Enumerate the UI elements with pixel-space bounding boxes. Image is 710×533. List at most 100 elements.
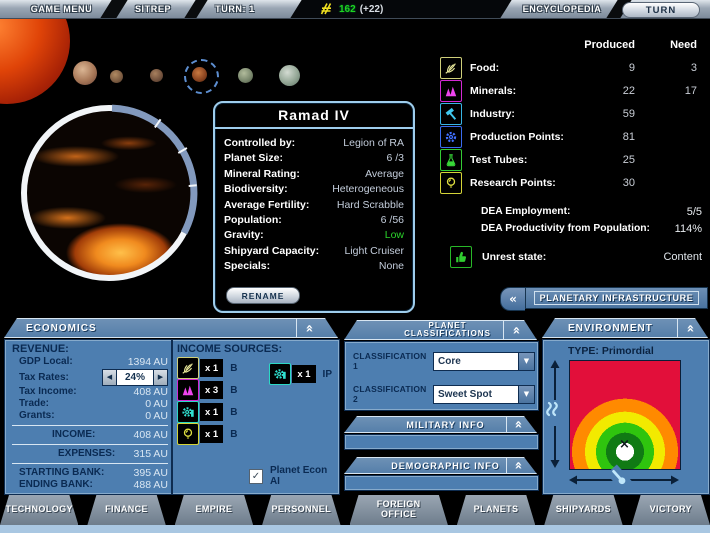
source-unit: B [230,407,237,418]
produced-value: 59 [582,102,635,125]
planet-info-row: Mineral Rating:Average [224,167,404,182]
thumbs-up-icon [450,246,472,268]
produced-header: Produced [582,34,635,56]
source-multiplier: x 1 [292,365,315,383]
industry-icon [440,103,462,125]
row-value: 6 /3 [386,151,404,166]
tab-empire[interactable]: EMPIRE [175,495,253,525]
tab-finance[interactable]: FINANCE [87,495,165,525]
production-points-icon [440,126,462,148]
tab-victory[interactable]: VICTORY [632,495,710,525]
unrest-row: Unrest state: Content [450,246,702,268]
planetary-infrastructure-button[interactable]: « PLANETARY INFRASTRUCTURE [500,287,708,309]
production-icon [269,363,291,385]
row-label: Specials: [224,259,270,274]
moisture-icon [544,400,561,426]
row-label: Gravity: [224,228,264,243]
demographic-info-collapse-button[interactable] [506,458,529,473]
source-multiplier: x 1 [200,359,223,377]
classification-2-label: CLASSIFICATION 2 [353,384,433,404]
income-value: 408 AU [134,429,168,441]
collapse-chevron-icon [303,324,316,332]
rename-button[interactable]: RENAME [226,287,300,304]
tax-income-value: 408 AU [134,386,168,398]
source-unit: B [230,385,237,396]
military-info-collapse-button[interactable] [506,417,529,432]
treasury-delta: (+22) [360,4,384,15]
encyclopedia-button[interactable]: ENCYCLOPEDIA [512,0,612,18]
grants-value: 0 AU [145,410,168,422]
demographic-info-header: DEMOGRAPHIC INFO [344,457,537,474]
tax-rate-value[interactable]: 24% [116,370,154,385]
classifications-panel-body: CLASSIFICATION 1 Core CLASSIFICATION 2 S… [344,341,539,411]
resource-label: Industry: [470,102,582,125]
planet-orbit-item-selected[interactable] [192,67,207,82]
planet-orbit-item[interactable] [73,61,97,85]
tax-decrease-button[interactable] [103,370,116,385]
planet-econ-ai-label: Planet Econ AI [270,465,334,487]
end-turn-button[interactable]: TURN [622,2,700,18]
research-points-icon [177,423,199,445]
resource-table: Produced Need Food: 9 3 Minerals: 22 17 … [440,34,702,194]
gdp-label: GDP Local: [12,356,73,368]
classification-1-dropdown[interactable]: Core [433,352,535,371]
ip-source-row: x 1 IP [269,363,332,385]
planet-orbit-item[interactable] [110,70,123,83]
produced-value: 9 [582,56,635,79]
resource-label: Test Tubes: [470,148,582,171]
produced-value: 30 [582,171,635,194]
environment-collapse-button[interactable] [677,319,702,337]
classifications-title: PLANET CLASSIFICATIONS [384,322,498,339]
dea-productivity-value: 114% [675,223,702,235]
turn-counter: TURN: 1 [205,0,265,18]
collapse-chevron-icon [512,420,525,428]
ending-bank-label: ENDING BANK: [12,479,93,491]
food-icon [440,57,462,79]
research-points-icon [440,172,462,194]
planet-orbit-item[interactable] [150,69,163,82]
minerals-icon [440,80,462,102]
chevron-down-icon[interactable] [518,353,534,370]
planet-info-row: Shipyard Capacity:Light Cruiser [224,244,404,259]
economics-collapse-button[interactable] [296,319,322,337]
classification-1-label: CLASSIFICATION 1 [353,351,433,371]
checkbox-checked-icon[interactable] [249,469,263,484]
planet-orbit-item[interactable] [238,68,253,83]
planet-econ-ai-checkbox-row[interactable]: Planet Econ AI [249,465,334,487]
planet-viewport[interactable] [20,104,198,282]
treasury-display: 162 (+22) [320,0,383,18]
tab-technology[interactable]: TECHNOLOGY [0,495,78,525]
top-menu-bar: GAME MENU SITREP TURN: 1 162 (+22) ENCYC… [0,0,710,19]
planet-info-row: Biodiversity:Heterogeneous [224,182,404,197]
need-value: 17 [635,79,702,102]
planet-name-title: Ramad IV [215,103,413,129]
tab-foreign-office[interactable]: FOREIGN OFFICE [350,495,448,525]
chevron-down-icon[interactable] [518,386,534,403]
tab-shipyards[interactable]: SHIPYARDS [544,495,622,525]
env-type-value: Primordial [602,345,654,357]
row-value: Average [365,167,404,182]
tab-personnel[interactable]: PERSONNEL [262,495,340,525]
tab-planets[interactable]: PLANETS [457,495,535,525]
source-multiplier: x 3 [200,381,223,399]
sitrep-button[interactable]: SITREP [122,0,184,18]
trade-value: 0 AU [145,398,168,410]
ending-bank-value: 488 AU [134,479,168,491]
economics-panel-header: ECONOMICS [4,318,338,338]
row-value: 6 /56 [381,213,404,228]
collapse-left-icon[interactable]: « [500,287,525,311]
source-multiplier: x 1 [200,403,223,421]
classifications-collapse-button[interactable] [503,321,529,339]
tax-increase-button[interactable] [154,370,167,385]
gdp-value: 1394 AU [128,356,168,368]
income-source-row: x 1 B [177,424,334,444]
infrastructure-label: PLANETARY INFRASTRUCTURE [534,291,700,305]
env-type-label: TYPE: [568,345,599,357]
planet-position-marker [619,438,630,451]
classification-1-value: Core [434,356,518,367]
produced-value: 81 [582,125,635,148]
resource-label: Research Points: [470,171,582,194]
planet-orbit-item[interactable] [279,65,300,86]
game-menu-button[interactable]: GAME MENU [14,0,109,18]
classification-2-dropdown[interactable]: Sweet Spot [433,385,535,404]
